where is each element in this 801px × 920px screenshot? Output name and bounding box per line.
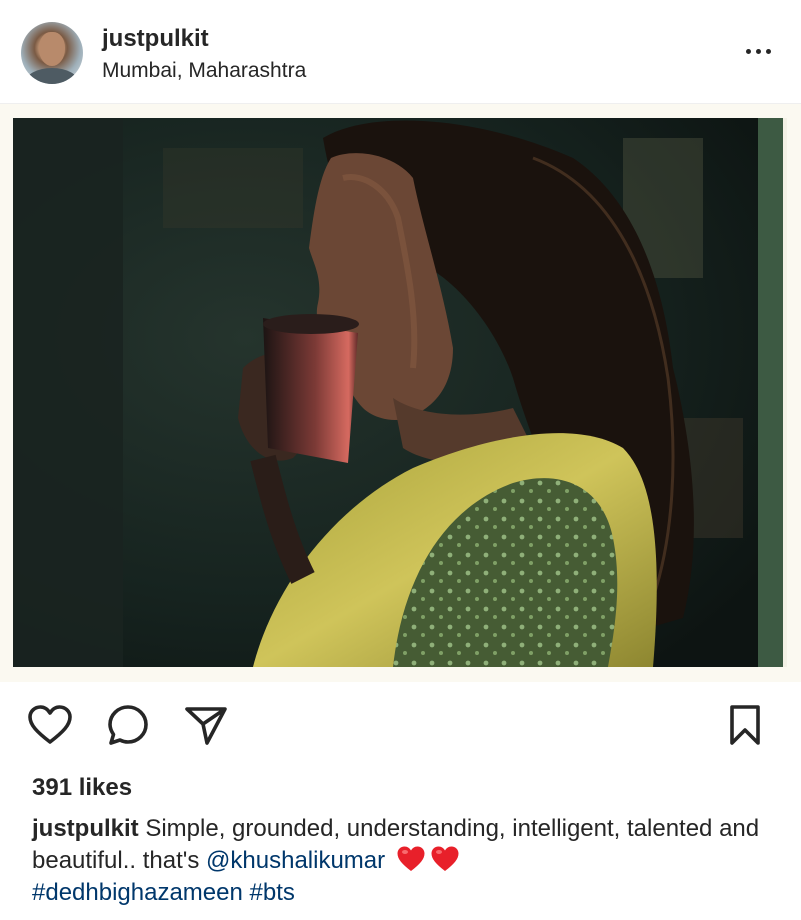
likes-count[interactable]: 391 likes <box>32 774 132 802</box>
avatar[interactable] <box>21 22 83 84</box>
hashtag-link[interactable]: #dedhbighazameen <box>32 879 243 906</box>
bookmark-icon[interactable] <box>722 700 768 750</box>
post-media-frame <box>0 104 801 682</box>
post-caption: justpulkit Simple, grounded, understandi… <box>32 813 772 909</box>
post-header: justpulkit Mumbai, Maharashtra <box>0 0 801 104</box>
more-options-icon[interactable] <box>738 36 778 66</box>
red-heart-emoji-icon <box>431 846 459 871</box>
red-heart-emoji-icon <box>397 846 425 871</box>
post-username[interactable]: justpulkit <box>102 25 209 53</box>
heart-icon[interactable] <box>27 700 73 750</box>
post-actions <box>0 700 801 756</box>
comment-icon[interactable] <box>105 700 151 750</box>
caption-mention[interactable]: @khushalikumar <box>206 847 385 874</box>
avatar-head <box>39 32 65 66</box>
caption-username[interactable]: justpulkit <box>32 815 139 842</box>
avatar-shirt <box>25 68 79 84</box>
post-location[interactable]: Mumbai, Maharashtra <box>102 59 306 83</box>
post-photo[interactable] <box>13 118 787 667</box>
send-icon[interactable] <box>183 700 229 750</box>
hashtag-link[interactable]: #bts <box>250 879 295 906</box>
photo-illustration <box>13 118 787 667</box>
